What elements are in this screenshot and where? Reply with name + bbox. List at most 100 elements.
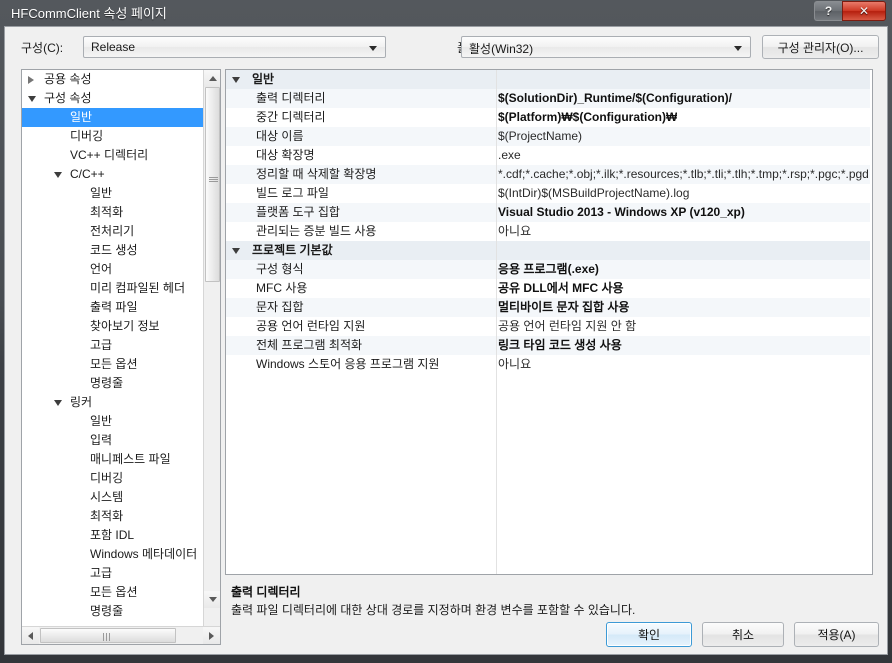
property-row[interactable]: 공용 언어 런타임 지원 공용 언어 런타임 지원 안 함 — [226, 317, 872, 336]
property-value[interactable]: 아니요 — [498, 355, 531, 374]
property-grid-right-edge — [870, 70, 872, 574]
property-row[interactable]: MFC 사용 공유 DLL에서 MFC 사용 — [226, 279, 872, 298]
tree-item-2[interactable]: 일반 — [22, 108, 204, 127]
ok-button[interactable]: 확인 — [606, 622, 692, 647]
tree-item-10[interactable]: 언어 — [22, 260, 204, 279]
property-row[interactable]: 관리되는 증분 빌드 사용 아니요 — [226, 222, 872, 241]
property-row[interactable]: 플랫폼 도구 집합 Visual Studio 2013 - Windows XP… — [226, 203, 872, 222]
property-tree[interactable]: 공용 속성 구성 속성 일반 디버깅 VC++ 디렉터리 C/C++ 일반 최적화 전처리기 코드… — [22, 70, 204, 626]
chevron-right-icon[interactable] — [28, 76, 34, 84]
tree-item-23[interactable]: 최적화 — [22, 507, 204, 526]
property-tree-panel: 공용 속성 구성 속성 일반 디버깅 VC++ 디렉터리 C/C++ 일반 최적화 전처리기 코드… — [21, 69, 221, 645]
chevron-down-icon[interactable] — [232, 248, 240, 254]
property-value[interactable]: 멀티바이트 문자 집합 사용 — [498, 298, 629, 317]
tree-item-17[interactable]: 링커 — [22, 393, 204, 412]
tree-item-5[interactable]: C/C++ — [22, 165, 204, 184]
tree-item-label: 고급 — [90, 566, 113, 580]
property-value[interactable]: 링크 타임 코드 생성 사용 — [498, 336, 622, 355]
close-icon[interactable]: ✕ — [842, 1, 886, 21]
property-value[interactable]: 아니요 — [498, 222, 531, 241]
apply-button[interactable]: 적용(A) — [794, 622, 879, 647]
property-value[interactable]: 공유 DLL에서 MFC 사용 — [498, 279, 624, 298]
tree-item-6[interactable]: 일반 — [22, 184, 204, 203]
tree-item-25[interactable]: Windows 메타데이터 — [22, 545, 204, 564]
configuration-dropdown[interactable]: Release — [83, 36, 386, 58]
property-pages-dialog: HFCommClient 속성 페이지 ? ✕ 구성(C): Release 플… — [0, 0, 892, 663]
property-name: 구성 형식 — [256, 262, 304, 276]
tree-item-label: 최적화 — [90, 509, 124, 523]
property-value[interactable]: $(IntDir)$(MSBuildProjectName).log — [498, 184, 689, 203]
property-name: 출력 디렉터리 — [256, 91, 326, 105]
property-name: Windows 스토어 응용 프로그램 지원 — [256, 357, 440, 371]
tree-item-15[interactable]: 모든 옵션 — [22, 355, 204, 374]
property-row[interactable]: 대상 확장명 .exe — [226, 146, 872, 165]
tree-item-label: 일반 — [90, 186, 113, 200]
tree-item-27[interactable]: 모든 옵션 — [22, 583, 204, 602]
property-row[interactable]: Windows 스토어 응용 프로그램 지원 아니요 — [226, 355, 872, 374]
property-value[interactable]: .exe — [498, 146, 521, 165]
scrollbar-grip-icon — [209, 176, 218, 183]
property-section-header[interactable]: 일반 — [226, 70, 872, 89]
property-grid[interactable]: 일반출력 디렉터리 $(SolutionDir)_Runtime/$(Config… — [225, 69, 873, 575]
tree-item-24[interactable]: 포함 IDL — [22, 526, 204, 545]
property-value[interactable]: *.cdf;*.cache;*.obj;*.ilk;*.resources;*.… — [498, 165, 869, 184]
scroll-down-arrow-icon[interactable] — [204, 591, 220, 608]
chevron-down-icon[interactable] — [54, 400, 62, 406]
property-row[interactable]: 빌드 로그 파일 $(IntDir)$(MSBuildProjectName).l… — [226, 184, 872, 203]
tree-item-13[interactable]: 찾아보기 정보 — [22, 317, 204, 336]
property-value[interactable]: 공용 언어 런타임 지원 안 함 — [498, 317, 636, 336]
tree-vertical-scrollbar-thumb[interactable] — [205, 87, 220, 282]
property-row[interactable]: 출력 디렉터리 $(SolutionDir)_Runtime/$(Configur… — [226, 89, 872, 108]
scroll-up-arrow-icon[interactable] — [204, 70, 220, 87]
property-value[interactable]: Visual Studio 2013 - Windows XP (v120_xp… — [498, 203, 745, 222]
tree-item-20[interactable]: 매니페스트 파일 — [22, 450, 204, 469]
property-grid-splitter[interactable] — [496, 70, 497, 574]
property-row[interactable]: 중간 디렉터리 $(Platform)₩$(Configuration)₩ — [226, 108, 872, 127]
tree-item-8[interactable]: 전처리기 — [22, 222, 204, 241]
configuration-manager-button[interactable]: 구성 관리자(O)... — [762, 35, 879, 59]
tree-item-0[interactable]: 공용 속성 — [22, 70, 204, 89]
chevron-down-icon[interactable] — [28, 96, 36, 102]
property-value[interactable]: $(Platform)₩$(Configuration)₩ — [498, 108, 677, 127]
tree-item-19[interactable]: 입력 — [22, 431, 204, 450]
tree-item-9[interactable]: 코드 생성 — [22, 241, 204, 260]
tree-item-label: C/C++ — [70, 167, 105, 181]
chevron-down-icon[interactable] — [54, 172, 62, 178]
tree-item-label: 디버깅 — [90, 471, 124, 485]
title-bar[interactable]: HFCommClient 속성 페이지 ? ✕ — [0, 0, 892, 26]
property-section-header[interactable]: 프로젝트 기본값 — [226, 241, 872, 260]
property-value[interactable]: $(ProjectName) — [498, 127, 582, 146]
tree-item-12[interactable]: 출력 파일 — [22, 298, 204, 317]
tree-item-4[interactable]: VC++ 디렉터리 — [22, 146, 204, 165]
tree-vertical-scrollbar[interactable] — [203, 70, 220, 626]
tree-item-1[interactable]: 구성 속성 — [22, 89, 204, 108]
property-name: 관리되는 증분 빌드 사용 — [256, 224, 377, 238]
property-row[interactable]: 전체 프로그램 최적화 링크 타임 코드 생성 사용 — [226, 336, 872, 355]
tree-item-18[interactable]: 일반 — [22, 412, 204, 431]
tree-item-22[interactable]: 시스템 — [22, 488, 204, 507]
tree-item-3[interactable]: 디버깅 — [22, 127, 204, 146]
property-row[interactable]: 정리할 때 삭제할 확장명 *.cdf;*.cache;*.obj;*.ilk;*… — [226, 165, 872, 184]
tree-item-11[interactable]: 미리 컴파일된 헤더 — [22, 279, 204, 298]
help-icon[interactable]: ? — [814, 1, 842, 21]
cancel-button[interactable]: 취소 — [702, 622, 784, 647]
tree-item-7[interactable]: 최적화 — [22, 203, 204, 222]
tree-item-21[interactable]: 디버깅 — [22, 469, 204, 488]
property-value[interactable]: $(SolutionDir)_Runtime/$(Configuration)/ — [498, 89, 732, 108]
property-row[interactable]: 구성 형식 응용 프로그램(.exe) — [226, 260, 872, 279]
tree-item-14[interactable]: 고급 — [22, 336, 204, 355]
tree-item-16[interactable]: 명령줄 — [22, 374, 204, 393]
tree-item-label: 고급 — [90, 338, 113, 352]
tree-item-label: 시스템 — [90, 490, 124, 504]
property-value[interactable]: 응용 프로그램(.exe) — [498, 260, 599, 279]
property-name: 일반 — [252, 72, 275, 86]
tree-item-label: 언어 — [90, 262, 113, 276]
platform-dropdown[interactable]: 활성(Win32) — [461, 36, 751, 58]
tree-item-label: 명령줄 — [90, 376, 124, 390]
dialog-client-area: 구성(C): Release 플랫폼(P): 활성(Win32) 구성 관리자(… — [4, 26, 888, 655]
property-row[interactable]: 대상 이름 $(ProjectName) — [226, 127, 872, 146]
chevron-down-icon[interactable] — [232, 77, 240, 83]
tree-item-label: Windows 메타데이터 — [90, 547, 198, 561]
property-row[interactable]: 문자 집합 멀티바이트 문자 집합 사용 — [226, 298, 872, 317]
tree-item-26[interactable]: 고급 — [22, 564, 204, 583]
